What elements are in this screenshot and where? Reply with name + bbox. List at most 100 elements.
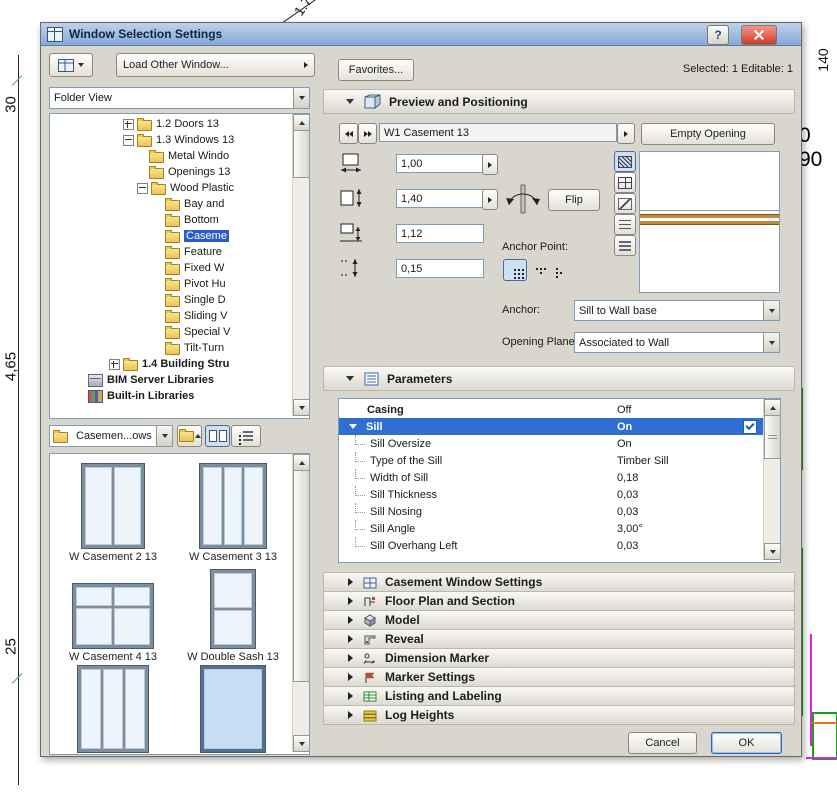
thumb-w-casement-3[interactable]: W Casement 3 13 (174, 463, 292, 563)
preview-mode-hatch-button[interactable] (614, 151, 636, 172)
dropdown-arrow-button[interactable] (763, 301, 779, 320)
next-item-button[interactable] (358, 123, 377, 144)
tree-item-bay[interactable]: Bay and (50, 196, 309, 212)
scroll-down-button[interactable] (293, 735, 309, 752)
scroll-up-button[interactable] (293, 454, 309, 471)
section-marker-settings[interactable]: Marker Settings (323, 667, 795, 687)
param-row-sill-thickness[interactable]: Sill Thickness 0,03 (339, 486, 780, 503)
tree-item-casement[interactable]: Caseme (50, 228, 309, 244)
opening-plane-dropdown[interactable]: Associated to Wall (574, 332, 780, 353)
preview-mode-3d-button[interactable] (614, 214, 636, 235)
dropdown-arrow-button[interactable] (763, 333, 779, 352)
width-input[interactable]: 1,00 (396, 154, 484, 173)
scroll-up-button[interactable] (764, 399, 780, 416)
thumbnail-view-button[interactable] (205, 425, 230, 447)
previous-item-button[interactable] (339, 123, 358, 144)
tree-item-pivot[interactable]: Pivot Hu (50, 276, 309, 292)
current-folder-dropdown[interactable]: Casemen...ows 13 (49, 425, 173, 447)
anchor-point-button-3[interactable] (549, 261, 565, 277)
tree-item-single[interactable]: Single D (50, 292, 309, 308)
param-row-sill-overhang-left[interactable]: Sill Overhang Left 0,03 (339, 537, 780, 554)
section-log-heights[interactable]: Log Heights (323, 705, 795, 725)
tree-item-feature[interactable]: Feature (50, 244, 309, 260)
tree-item-bim-server-libraries[interactable]: BIM Server Libraries (50, 372, 309, 388)
preview-box[interactable] (639, 151, 780, 293)
param-row-sill-nosing[interactable]: Sill Nosing 0,03 (339, 503, 780, 520)
param-row-sill-type[interactable]: Type of the Sill Timber Sill (339, 452, 780, 469)
section-casement-window-settings[interactable]: Casement Window Settings (323, 572, 795, 592)
cancel-button[interactable]: Cancel (628, 732, 697, 754)
sill-height-input[interactable]: 1,12 (396, 224, 484, 243)
folder-view-dropdown[interactable]: Folder View (49, 87, 310, 109)
favorites-button[interactable]: Favorites... (338, 59, 414, 81)
collapse-minus-icon[interactable] (137, 182, 148, 194)
section-parameters[interactable]: Parameters (323, 366, 795, 391)
dropdown-arrow-button[interactable] (156, 426, 172, 446)
scroll-up-button[interactable] (293, 114, 309, 131)
tree-item-bottom[interactable]: Bottom (50, 212, 309, 228)
scrollbar-thumb[interactable] (293, 130, 309, 178)
tree-item-building-structures[interactable]: 1.4 Building Stru (50, 356, 309, 372)
collapse-minus-icon[interactable] (123, 134, 134, 146)
tree-item-openings[interactable]: Openings 13 (50, 164, 309, 180)
dropdown-arrow-button[interactable] (293, 88, 309, 108)
param-row-casing[interactable]: Casing Off (339, 401, 780, 418)
help-button[interactable]: ? (707, 25, 729, 45)
parameters-scrollbar[interactable] (763, 399, 780, 560)
scrollbar-thumb[interactable] (764, 415, 780, 459)
tree-item-special[interactable]: Special V (50, 324, 309, 340)
tree-item-windows[interactable]: 1.3 Windows 13 (50, 132, 309, 148)
anchor-point-button-2[interactable] (529, 261, 545, 277)
item-menu-button[interactable] (617, 123, 635, 144)
section-listing-and-labeling[interactable]: Listing and Labeling (323, 686, 795, 706)
section-floor-plan-and-section[interactable]: Floor Plan and Section (323, 591, 795, 611)
thumb-w-casement-4[interactable]: W Casement 4 13 (54, 570, 172, 663)
height-options-button[interactable] (482, 189, 498, 210)
tree-item-wood-plastic[interactable]: Wood Plastic (50, 180, 309, 196)
flip-button[interactable]: Flip (548, 189, 600, 211)
scroll-down-button[interactable] (293, 399, 309, 416)
param-row-sill-oversize[interactable]: Sill Oversize On (339, 435, 780, 452)
param-row-sill[interactable]: Sill On (339, 418, 780, 435)
tree-item-fixed[interactable]: Fixed W (50, 260, 309, 276)
section-reveal[interactable]: Reveal (323, 629, 795, 649)
preview-mode-section-button[interactable] (614, 193, 636, 214)
title-bar[interactable]: Window Selection Settings ? (41, 23, 801, 46)
thumb-w-triple-sash[interactable]: W Triple Sash 13 (54, 665, 172, 754)
folder-up-button[interactable] (177, 425, 202, 447)
section-model[interactable]: Model (323, 610, 795, 630)
param-row-sill-angle[interactable]: Sill Angle 3,00° (339, 520, 780, 537)
item-name-field[interactable]: W1 Casement 13 (379, 123, 617, 142)
list-view-button[interactable] (231, 425, 261, 447)
thumb-w-double-sash[interactable]: W Double Sash 13 (174, 569, 292, 663)
anchor-point-button-1[interactable] (503, 259, 527, 281)
preview-mode-grid-button[interactable] (614, 172, 636, 193)
expand-plus-icon[interactable] (123, 118, 134, 130)
tree-item-sliding[interactable]: Sliding V (50, 308, 309, 324)
header-height-input[interactable]: 0,15 (396, 259, 484, 278)
sill-checkbox[interactable] (743, 420, 757, 434)
tree-item-tilt-turn[interactable]: Tilt-Turn (50, 340, 309, 356)
thumb-w1-casement-selected[interactable]: W1 Casement 13 (174, 665, 292, 754)
load-other-window-button[interactable]: Load Other Window... (116, 53, 315, 77)
tree-scrollbar[interactable] (292, 114, 309, 416)
empty-opening-button[interactable]: Empty Opening (641, 123, 775, 145)
preview-mode-list-button[interactable] (614, 235, 636, 256)
section-dimension-marker[interactable]: Dimension Marker (323, 648, 795, 668)
expand-plus-icon[interactable] (109, 358, 120, 370)
section-preview-positioning[interactable]: Preview and Positioning (323, 89, 795, 114)
close-button[interactable] (741, 25, 777, 45)
tree-item-metal-windows[interactable]: Metal Windo (50, 148, 309, 164)
scrollbar-thumb[interactable] (293, 470, 309, 682)
tree-item-built-in-libraries[interactable]: Built-in Libraries (50, 388, 309, 404)
width-options-button[interactable] (482, 154, 498, 175)
scroll-down-button[interactable] (764, 543, 780, 560)
library-view-split-button[interactable] (49, 53, 93, 77)
thumb-w-casement-2[interactable]: W Casement 2 13 (54, 463, 172, 563)
height-input[interactable]: 1,40 (396, 189, 484, 208)
thumbnails-scrollbar[interactable] (292, 454, 309, 752)
anchor-dropdown[interactable]: Sill to Wall base (574, 300, 780, 321)
param-row-sill-width[interactable]: Width of Sill 0,18 (339, 469, 780, 486)
tree-item-doors[interactable]: 1.2 Doors 13 (50, 116, 309, 132)
ok-button[interactable]: OK (711, 732, 782, 754)
